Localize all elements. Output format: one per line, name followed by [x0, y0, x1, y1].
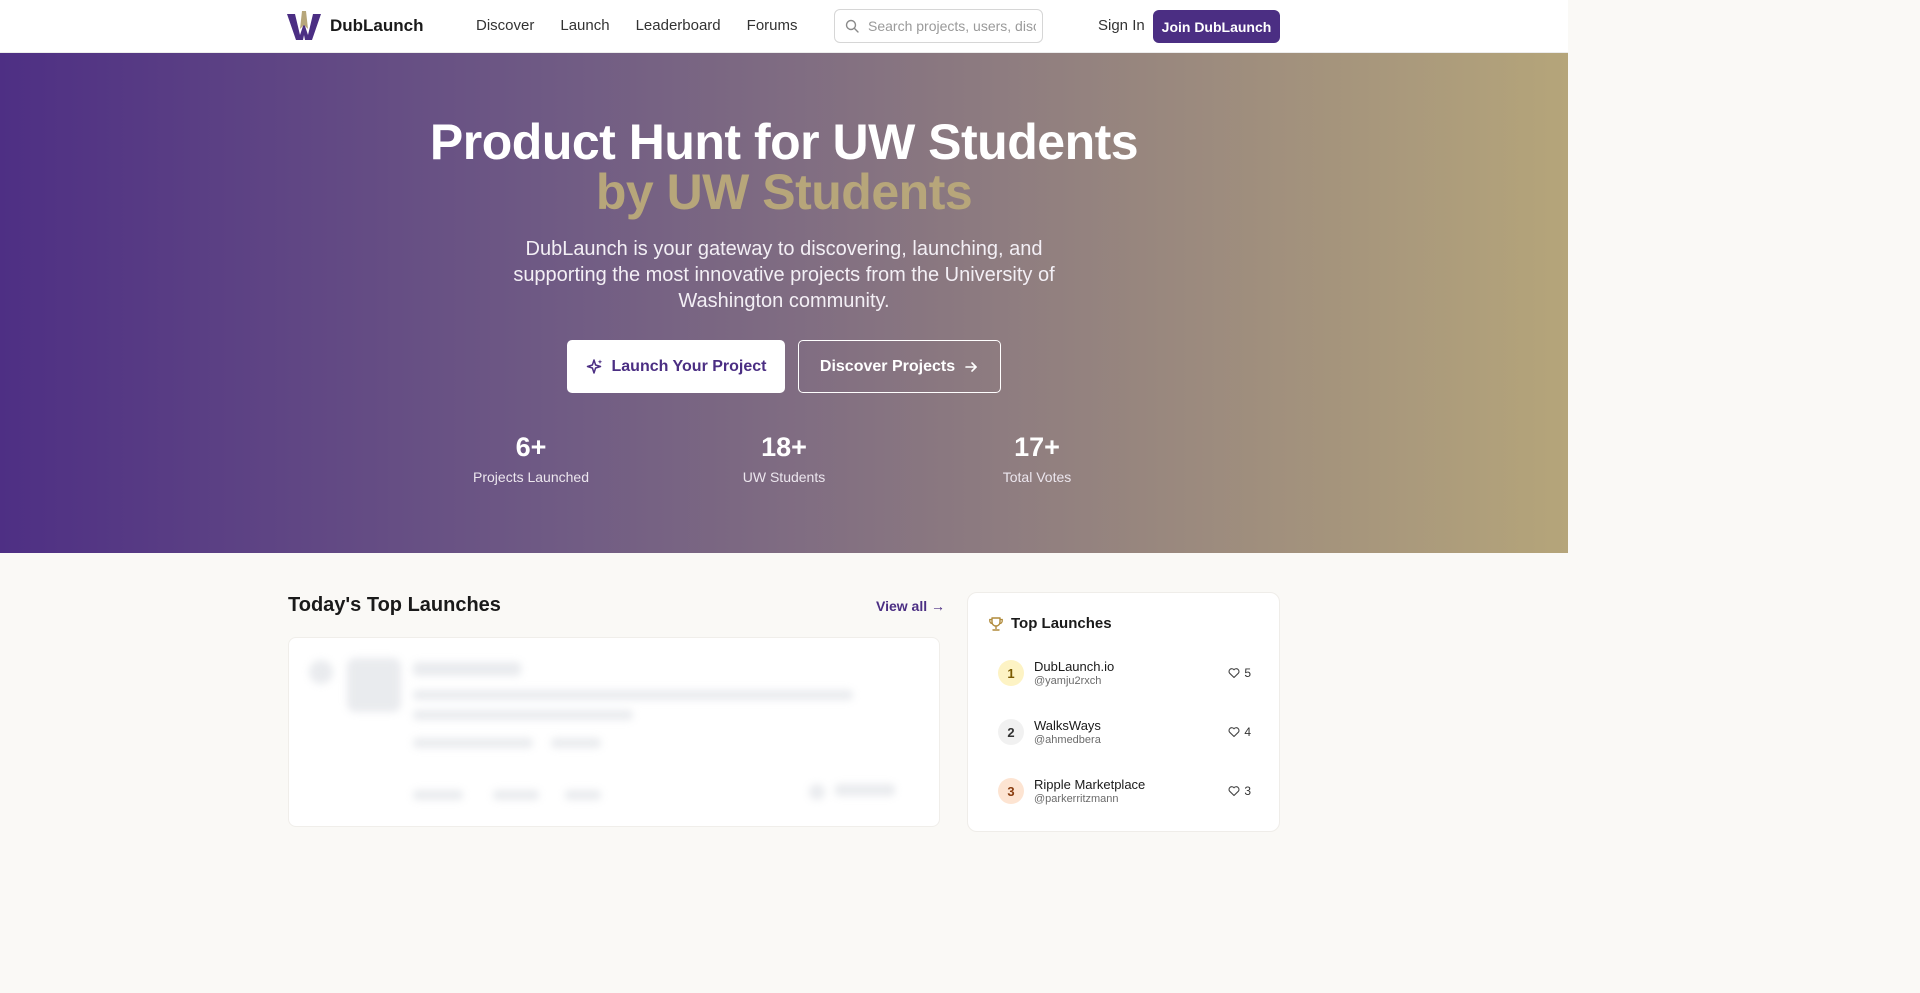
loading-skeleton [289, 638, 939, 826]
stat-value: 18+ [761, 432, 807, 462]
rank-info: WalksWays @ahmedbera [1034, 718, 1228, 747]
vote-count[interactable]: 5 [1228, 666, 1251, 680]
project-author: @ahmedbera [1034, 733, 1101, 746]
top-launches-card: Top Launches 1 DubLaunch.io @yamju2rxch … [967, 592, 1280, 832]
stat-students: 18+ UW Students [684, 431, 884, 485]
skeleton-thumbnail [347, 658, 401, 712]
skeleton-meta [551, 738, 601, 748]
stat-votes: 17+ Total Votes [937, 431, 1137, 485]
stat-label: Projects Launched [473, 469, 589, 485]
nav-links: Discover Launch Leaderboard Forums [476, 17, 798, 34]
search-icon [845, 19, 859, 33]
vote-count-value: 3 [1244, 784, 1251, 798]
top-navbar: DubLaunch Discover Launch Leaderboard Fo… [0, 0, 1568, 53]
project-name: DubLaunch.io [1034, 658, 1115, 674]
top-launches-title: Top Launches [988, 615, 1112, 632]
join-button[interactable]: Join DubLaunch [1153, 10, 1280, 43]
hero-section: Product Hunt for UW Students by UW Stude… [0, 53, 1568, 553]
vote-count[interactable]: 3 [1228, 784, 1251, 798]
hero-title-highlight: by UW Students [595, 164, 973, 220]
view-all-link[interactable]: View all → [876, 598, 945, 614]
rank-badge: 2 [998, 719, 1024, 745]
skeleton-line [413, 690, 853, 700]
skeleton-meta [413, 738, 533, 748]
skeleton-icon [809, 784, 825, 800]
nav-link-leaderboard[interactable]: Leaderboard [636, 17, 721, 34]
rank-info: DubLaunch.io @yamju2rxch [1034, 659, 1228, 688]
stat-label: UW Students [742, 469, 826, 485]
project-name: WalksWays [1034, 717, 1101, 733]
nav-link-forums[interactable]: Forums [747, 17, 798, 34]
vote-count[interactable]: 4 [1228, 725, 1251, 739]
vote-count-value: 4 [1244, 725, 1251, 739]
skeleton-title [413, 662, 521, 676]
top-launches-title-text: Top Launches [1011, 615, 1112, 632]
skeleton-line [413, 710, 633, 720]
hero-subtitle: DubLaunch is your gateway to discovering… [513, 238, 1055, 312]
vote-count-value: 5 [1244, 666, 1251, 680]
trophy-icon [989, 616, 1003, 631]
discover-projects-label: Discover Projects [819, 357, 956, 375]
skeleton-tag [413, 790, 463, 800]
top-launch-item[interactable]: 1 DubLaunch.io @yamju2rxch 5 [998, 658, 1251, 688]
sign-in-link[interactable]: Sign In [1098, 17, 1145, 34]
project-author: @yamju2rxch [1034, 674, 1102, 687]
arrow-right-icon [965, 361, 977, 372]
sparkle-icon [586, 358, 602, 374]
rank-info: Ripple Marketplace @parkerritzmann [1034, 777, 1228, 806]
top-launch-item[interactable]: 2 WalksWays @ahmedbera 4 [998, 717, 1251, 747]
launch-card-loading [288, 637, 940, 827]
stat-value: 17+ [1014, 432, 1060, 462]
heart-icon [1228, 668, 1240, 679]
discover-projects-button[interactable]: Discover Projects [798, 340, 1001, 393]
w-logo-icon [287, 11, 321, 40]
nav-link-discover[interactable]: Discover [476, 17, 534, 34]
stat-value: 6+ [515, 432, 547, 462]
stat-projects: 6+ Projects Launched [431, 431, 631, 485]
heart-icon [1228, 786, 1240, 797]
skeleton-tag [493, 790, 539, 800]
top-launches-heading: Today's Top Launches [288, 594, 501, 616]
top-launch-item[interactable]: 3 Ripple Marketplace @parkerritzmann 3 [998, 776, 1251, 806]
skeleton-upvote [309, 660, 333, 684]
launch-project-button[interactable]: Launch Your Project [567, 340, 785, 393]
search-box[interactable] [834, 9, 1043, 43]
hero-title: Product Hunt for UW Students [429, 114, 1139, 170]
brand-logo[interactable]: DubLaunch [287, 11, 424, 41]
nav-link-launch[interactable]: Launch [560, 17, 609, 34]
project-author: @parkerritzmann [1034, 792, 1119, 805]
skeleton-action [835, 784, 895, 796]
launch-project-label: Launch Your Project [611, 357, 767, 375]
stat-label: Total Votes [1002, 469, 1072, 485]
heart-icon [1228, 727, 1240, 738]
rank-badge: 3 [998, 778, 1024, 804]
rank-badge: 1 [998, 660, 1024, 686]
skeleton-tag [565, 790, 601, 800]
search-input[interactable] [868, 18, 1036, 34]
project-name: Ripple Marketplace [1034, 776, 1146, 792]
brand-name: DubLaunch [330, 16, 424, 35]
